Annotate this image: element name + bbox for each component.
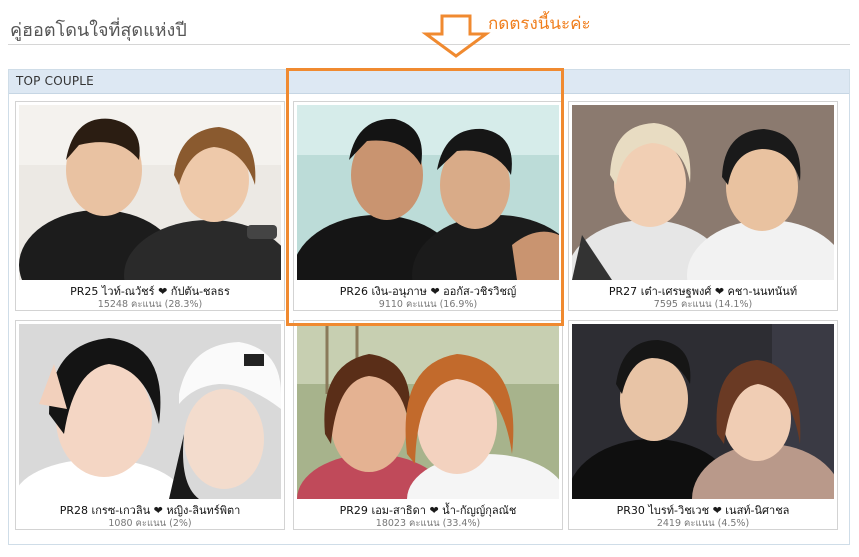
- vote-count: 2419 คะแนน (4.5%): [656, 518, 750, 529]
- panel-header: TOP COUPLE: [9, 70, 849, 94]
- couple-photo[interactable]: [572, 324, 834, 499]
- annotation-text: กดตรงนี้นะค่ะ: [488, 14, 591, 34]
- couple-photo[interactable]: [19, 324, 281, 499]
- couple-card[interactable]: PR30 ไบรท์-วิชเวช ❤ เนสท์-นิศาชล 2419 คะ…: [568, 320, 838, 530]
- page-title: คู่ฮอตโดนใจที่สุดแห่งปี: [10, 20, 187, 41]
- couple-photo[interactable]: [297, 324, 559, 499]
- panel-header-label: TOP COUPLE: [16, 74, 94, 88]
- vote-count: 18023 คะแนน (33.4%): [375, 518, 481, 529]
- couple-card[interactable]: PR29 เอม-สาธิดา ❤ น้ำ-กัญญ์กุลณัช 18023 …: [293, 320, 563, 530]
- couple-card[interactable]: PR26 เงิน-อนุภาษ ❤ ออกัส-วชิรวิชญ์ 9110 …: [293, 101, 563, 311]
- couple-photo[interactable]: [572, 105, 834, 280]
- couple-card[interactable]: PR25 ไวท์-ณวัชร์ ❤ กัปตัน-ชลธร 15248 คะแ…: [15, 101, 285, 311]
- vote-count: 1080 คะแนน (2%): [108, 518, 192, 529]
- couple-card[interactable]: PR28 เกรซ-เกวลิน ❤ หญิง-ลินทร์พิตา 1080 …: [15, 320, 285, 530]
- down-arrow-icon: [421, 14, 491, 58]
- couple-photo[interactable]: [297, 105, 559, 280]
- couple-card[interactable]: PR27 เต๋า-เศรษฐพงศ์ ❤ คชา-นนทนันท์ 7595 …: [568, 101, 838, 311]
- vote-count: 15248 คะแนน (28.3%): [97, 299, 203, 310]
- vote-count: 9110 คะแนน (16.9%): [378, 299, 478, 310]
- vote-count: 7595 คะแนน (14.1%): [653, 299, 753, 310]
- couple-photo[interactable]: [19, 105, 281, 280]
